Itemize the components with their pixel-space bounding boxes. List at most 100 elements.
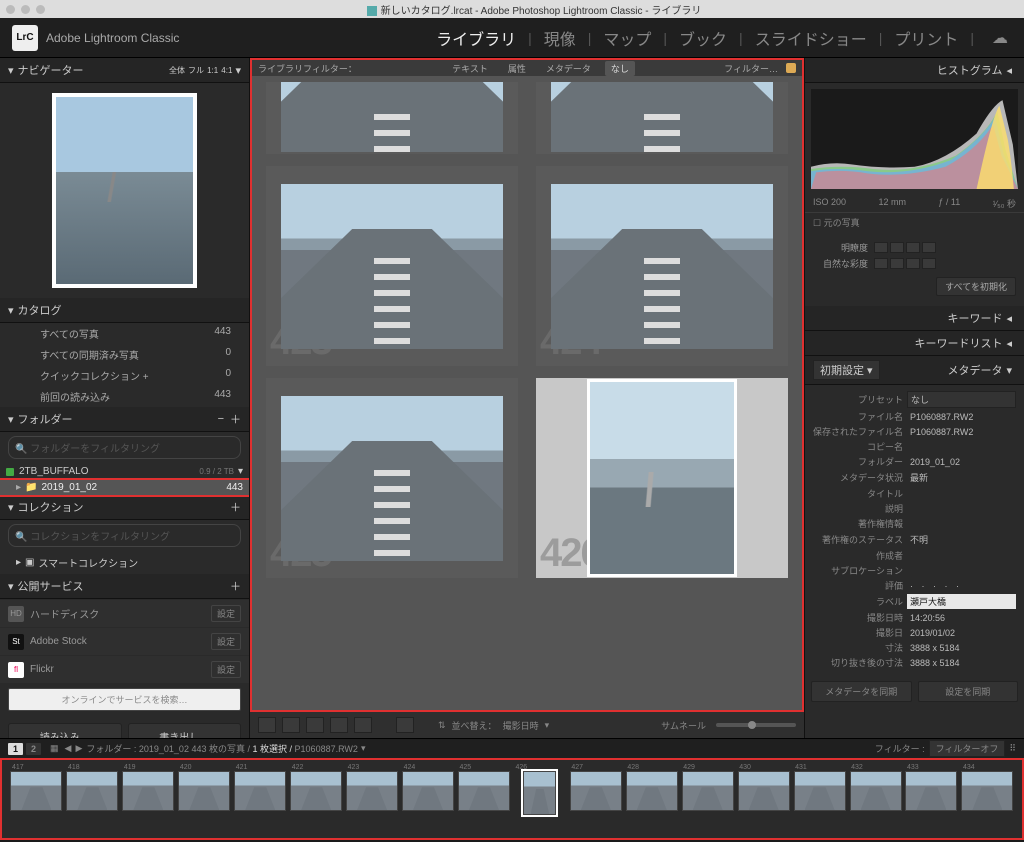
metadata-value[interactable] — [907, 523, 1016, 525]
metadata-value[interactable]: P1060887.RW2 — [907, 411, 1016, 423]
metadata-value[interactable] — [907, 508, 1016, 510]
nav-ratio1[interactable]: 1:1 — [207, 66, 218, 75]
filmstrip-thumb[interactable] — [458, 771, 510, 811]
filmstrip-thumb[interactable] — [850, 771, 902, 811]
sync-settings-button[interactable]: 設定を同期 — [918, 681, 1019, 702]
metadata-row[interactable]: 作成者 — [813, 549, 1016, 562]
grid-cell[interactable]: 425 — [266, 378, 518, 578]
minimize-dot[interactable] — [21, 5, 30, 14]
compare-view-icon[interactable] — [306, 717, 324, 733]
filter-preset-menu[interactable]: フィルター… — [724, 62, 778, 75]
grid-cell[interactable] — [266, 82, 518, 154]
metadata-row[interactable]: 説明 — [813, 502, 1016, 515]
filmstrip-thumb[interactable] — [794, 771, 846, 811]
sort-value[interactable]: 撮影日時 — [503, 719, 539, 732]
source-path[interactable]: フォルダー : 2019_01_02 — [86, 742, 189, 755]
filmstrip-thumb[interactable] — [402, 771, 454, 811]
lock-icon[interactable] — [786, 63, 796, 73]
filmstrip-thumb[interactable] — [234, 771, 286, 811]
thumbnail-image[interactable] — [551, 82, 773, 152]
metadata-row[interactable]: フォルダー 2019_01_02 — [813, 455, 1016, 468]
filter-tab-none[interactable]: なし — [605, 61, 635, 76]
filmstrip-thumb[interactable] — [961, 771, 1013, 811]
sync-metadata-button[interactable]: メタデータを同期 — [811, 681, 912, 702]
filter-icon[interactable]: ⠿ — [1009, 743, 1016, 754]
grid-cell[interactable] — [536, 82, 788, 154]
filmstrip-thumb[interactable] — [738, 771, 790, 811]
metadata-row[interactable]: 保存されたファイル名 P1060887.RW2 — [813, 425, 1016, 438]
filmstrip-thumb[interactable] — [178, 771, 230, 811]
filmstrip-thumb[interactable] — [523, 771, 556, 815]
filmstrip-item[interactable]: 419 — [122, 764, 175, 834]
filmstrip-item[interactable]: 426 — [513, 764, 566, 834]
traffic-lights[interactable] — [6, 5, 45, 14]
thumbnail-image[interactable] — [587, 379, 737, 577]
grid-mini-icon[interactable]: ▦ — [50, 743, 59, 754]
disclosure-icon[interactable]: ◂ — [1006, 64, 1012, 77]
grid-cell[interactable]: 424 — [536, 166, 788, 366]
thumbnail-image[interactable] — [281, 396, 503, 561]
metadata-value[interactable] — [907, 446, 1016, 448]
module-print[interactable]: プリント — [890, 26, 962, 50]
catalog-header[interactable]: ▾ カタログ — [0, 298, 249, 323]
vibrance-stepper[interactable] — [874, 258, 936, 269]
keyword-header[interactable]: キーワード◂ — [805, 306, 1024, 331]
service-setup-button[interactable]: 設定 — [211, 633, 241, 650]
folder-row-selected[interactable]: ▸ 📁 2019_01_02 443 — [0, 480, 249, 495]
reset-all-button[interactable]: すべてを初期化 — [936, 277, 1016, 296]
filmstrip-item[interactable]: 424 — [402, 764, 455, 834]
minus-icon[interactable]: − — [218, 413, 224, 425]
filter-tab-attr[interactable]: 属性 — [502, 61, 532, 76]
filmstrip-thumb[interactable] — [682, 771, 734, 811]
thumb-size-slider[interactable] — [716, 723, 796, 727]
grid-cell[interactable]: 426 — [536, 378, 788, 578]
zoom-dot[interactable] — [36, 5, 45, 14]
chevron-down-icon[interactable]: ▾ — [235, 64, 241, 77]
publish-service-row[interactable]: fl Flickr 設定 — [0, 656, 249, 683]
find-services-button[interactable]: オンラインでサービスを検索… — [8, 688, 241, 711]
thumbnail-image[interactable] — [551, 184, 773, 349]
chevron-down-icon[interactable]: ▾ — [238, 466, 243, 477]
histogram-header[interactable]: ヒストグラム ◂ — [805, 58, 1024, 83]
filmstrip-item[interactable]: 425 — [458, 764, 511, 834]
disclosure-icon[interactable]: ▾ — [8, 501, 14, 514]
collection-filter-input[interactable]: 🔍 コレクションをフィルタリング — [8, 524, 241, 547]
grid-cell[interactable]: 423 — [266, 166, 518, 366]
module-map[interactable]: マップ — [599, 26, 655, 50]
metadata-value[interactable]: 最新 — [907, 470, 1016, 485]
filmstrip-info-bar[interactable]: 1 2 ▦ ◀ ▶ フォルダー : 2019_01_02 443 枚の写真 / … — [0, 738, 1024, 758]
back-icon[interactable]: ◀ — [65, 743, 72, 754]
metadata-header[interactable]: 初期設定 ▾ メタデータ▾ — [805, 356, 1024, 385]
import-button[interactable]: 読み込み… — [8, 723, 122, 738]
catalog-row[interactable]: すべての同期済み写真0 — [0, 344, 249, 365]
export-button[interactable]: 書き出し… — [128, 723, 242, 738]
preset-select[interactable]: なし — [907, 391, 1016, 408]
smart-collection-row[interactable]: ▸ ▣ スマートコレクション — [0, 551, 249, 574]
painter-icon[interactable] — [396, 717, 414, 733]
folders-header[interactable]: ▾ フォルダー − ＋ — [0, 407, 249, 432]
filmstrip-item[interactable]: 428 — [625, 764, 678, 834]
label-input[interactable]: 瀬戸大橋 — [907, 594, 1016, 609]
metadata-row[interactable]: メタデータ状況 最新 — [813, 470, 1016, 485]
catalog-row[interactable]: 前回の読み込み443 — [0, 386, 249, 407]
rating-stars[interactable]: · · · · · — [907, 580, 1016, 592]
metadata-value[interactable]: P1060887.RW2 — [907, 426, 1016, 438]
keywordlist-header[interactable]: キーワードリスト◂ — [805, 331, 1024, 356]
metadata-row[interactable]: 著作権情報 — [813, 517, 1016, 530]
service-setup-button[interactable]: 設定 — [211, 605, 241, 622]
filmstrip-item[interactable]: 429 — [681, 764, 734, 834]
filmstrip-thumb[interactable] — [626, 771, 678, 811]
metadata-row[interactable]: 著作権のステータス 不明 — [813, 532, 1016, 547]
filmstrip-thumb[interactable] — [346, 771, 398, 811]
filmstrip-item[interactable]: 417 — [10, 764, 63, 834]
filmstrip-item[interactable]: 427 — [569, 764, 622, 834]
module-slideshow[interactable]: スライドショー — [751, 26, 871, 50]
filmstrip-item[interactable]: 422 — [290, 764, 343, 834]
grid-view[interactable]: 423 424 425 426 — [250, 76, 804, 712]
disclosure-icon[interactable]: ▾ — [8, 304, 14, 317]
publish-service-row[interactable]: HD ハードディスク 設定 — [0, 600, 249, 627]
nav-fit[interactable]: 全体 — [169, 65, 185, 76]
module-library[interactable]: ライブラリ — [432, 26, 520, 50]
filter-tab-text[interactable]: テキスト — [446, 61, 494, 76]
filmstrip-thumb[interactable] — [570, 771, 622, 811]
